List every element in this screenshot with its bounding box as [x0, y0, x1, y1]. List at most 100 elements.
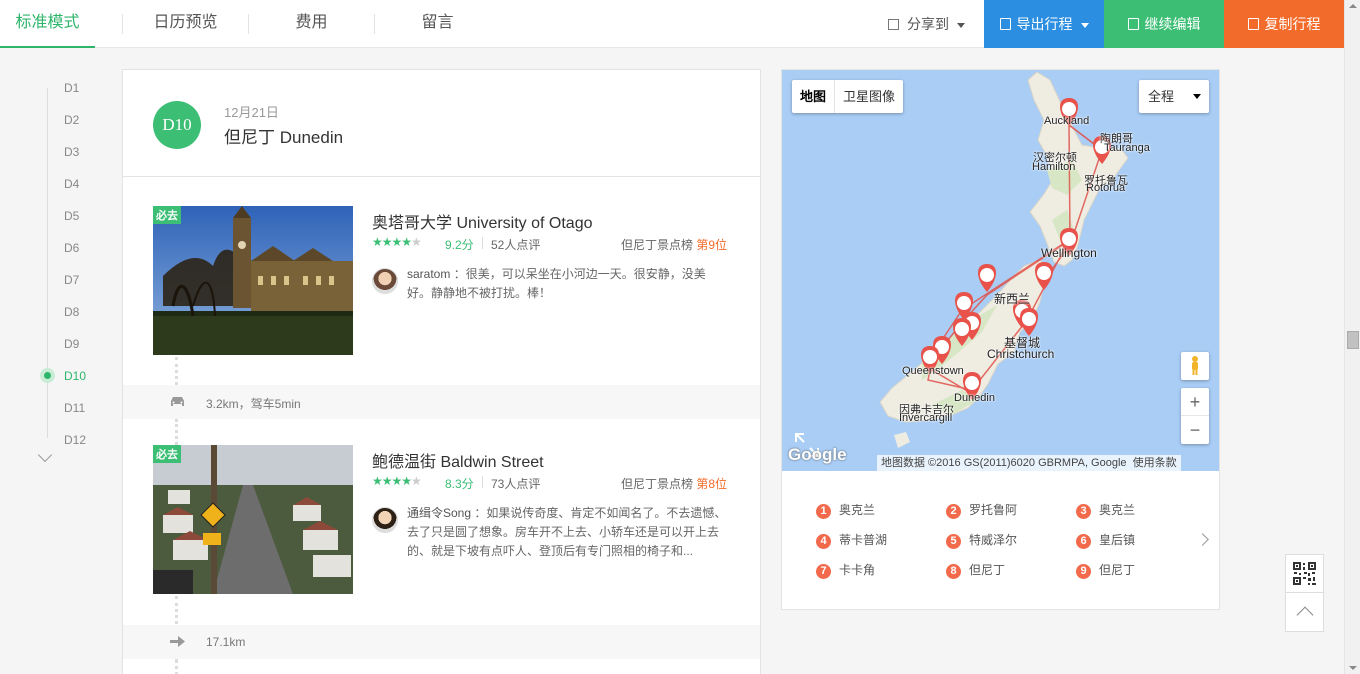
stop-name: 奥克兰: [1099, 503, 1136, 517]
map-label-invercargill: Invercargill: [899, 412, 953, 424]
university-clocktower-photo: [153, 206, 353, 355]
stop-item[interactable]: 7 卡卡角: [816, 561, 875, 579]
day-nav-d5[interactable]: D5: [64, 209, 79, 223]
avatar[interactable]: [372, 507, 398, 533]
chevron-down-icon: [1193, 94, 1201, 99]
spot-name[interactable]: 奥塔哥大学 University of Otago: [372, 209, 593, 233]
stop-item[interactable]: 9 但尼丁: [1076, 561, 1135, 579]
review-user[interactable]: saratom: [407, 267, 450, 281]
export-icon: [999, 18, 1011, 30]
day-nav-d6[interactable]: D6: [64, 241, 79, 255]
rank-prefix: 但尼丁景点榜: [620, 477, 693, 491]
page-scrollbar[interactable]: [1344, 0, 1360, 674]
stop-number: 3: [1076, 504, 1091, 519]
stop-number: 5: [946, 534, 961, 549]
day-nav-d1[interactable]: D1: [64, 81, 79, 95]
stop-item[interactable]: 2 罗托鲁阿: [946, 501, 1017, 519]
stop-item[interactable]: 8 但尼丁: [946, 561, 1005, 579]
day-date: 12月21日: [224, 105, 279, 120]
back-to-top-button[interactable]: [1285, 592, 1324, 632]
tab-messages[interactable]: 留言: [375, 0, 500, 48]
avatar[interactable]: [372, 268, 398, 294]
rating-score: 8.3分: [445, 477, 474, 491]
connector-dots: [175, 419, 178, 445]
rating-stars: ★★★★★: [372, 474, 422, 488]
route-map[interactable]: Auckland 陶朗哥 Tauranga 汉密尔顿 Hamilton 罗托鲁瓦…: [782, 70, 1219, 471]
day-nav-d8[interactable]: D8: [64, 305, 79, 319]
active-day-dot: [40, 368, 55, 383]
map-label-tauranga: Tauranga: [1104, 142, 1150, 154]
review-count[interactable]: 73人点评: [491, 475, 540, 492]
tab-standard-mode[interactable]: 标准模式: [0, 0, 95, 48]
zoom-controls: + −: [1181, 388, 1209, 444]
day-nav-d10[interactable]: D10: [64, 369, 86, 383]
day-range-value: 全程: [1148, 89, 1175, 104]
stop-number: 2: [946, 504, 961, 519]
day-nav-d11[interactable]: D11: [64, 401, 85, 415]
continue-edit-button[interactable]: 继续编辑: [1104, 0, 1224, 48]
spot-name[interactable]: 鲍德温街 Baldwin Street: [372, 448, 544, 472]
scroll-thumb[interactable]: [1347, 331, 1359, 349]
stop-item[interactable]: 4 蒂卡普湖: [816, 531, 887, 549]
review-comment: saratom ：很美，可以呆坐在小河边一天。很安静，没美好。静静地不被打扰。棒…: [407, 265, 727, 303]
stop-number: 9: [1076, 564, 1091, 579]
copy-label: 复制行程: [1264, 16, 1321, 32]
transit-text: 17.1km: [206, 635, 246, 649]
map-panel: Auckland 陶朗哥 Tauranga 汉密尔顿 Hamilton 罗托鲁瓦…: [781, 69, 1220, 610]
arrow-right-icon: [170, 636, 185, 647]
qr-code-button[interactable]: [1285, 554, 1324, 593]
stop-item[interactable]: 3 奥克兰: [1076, 501, 1135, 519]
rank-prefix: 但尼丁景点榜: [620, 238, 693, 252]
must-visit-badge: 必去: [153, 445, 181, 463]
share-icon: [888, 19, 899, 30]
day-nav-d4[interactable]: D4: [64, 177, 79, 191]
day-navigation: D1 D2 D3 D4 D5 D6 D7 D8 D9 D10 D11 D12: [37, 70, 100, 470]
review-count[interactable]: 52人点评: [491, 236, 540, 253]
zoom-out-button[interactable]: −: [1181, 416, 1209, 444]
terms-link[interactable]: 使用条款: [1133, 457, 1177, 469]
scroll-down-icon[interactable]: [1349, 666, 1357, 670]
street-view-pegman-icon[interactable]: [1181, 352, 1209, 380]
car-icon: [171, 397, 184, 406]
stop-item[interactable]: 6 皇后镇: [1076, 531, 1135, 549]
connector-dots: [175, 357, 178, 385]
day-nav-d9[interactable]: D9: [64, 337, 79, 351]
chevron-right-icon[interactable]: [1196, 533, 1209, 546]
chevron-down-icon[interactable]: [37, 447, 53, 463]
spot-card[interactable]: 必去 鲍德温街 Baldwin Street ★★★★★ 8.3分 73人点评 …: [153, 445, 733, 595]
map-type-map[interactable]: 地图: [792, 80, 836, 113]
stop-item[interactable]: 5 特威泽尔: [946, 531, 1017, 549]
day-range-select[interactable]: 全程: [1139, 80, 1209, 113]
day-nav-d7[interactable]: D7: [64, 273, 79, 287]
google-logo: Google: [788, 445, 847, 464]
stop-name: 蒂卡普湖: [839, 533, 888, 547]
review-user[interactable]: 通缉令Song: [407, 506, 471, 520]
map-type-satellite[interactable]: 卫星图像: [835, 80, 903, 113]
stop-name: 皇后镇: [1099, 533, 1136, 547]
rank-number: 第9位: [696, 238, 727, 252]
stop-name: 卡卡角: [839, 563, 876, 577]
spot-photo[interactable]: 必去: [153, 206, 353, 355]
copy-itinerary-button[interactable]: 复制行程: [1224, 0, 1344, 48]
day-nav-d2[interactable]: D2: [64, 113, 79, 127]
rank-text[interactable]: 但尼丁景点榜 第9位: [621, 236, 727, 253]
transit-row: 3.2km，驾车5min: [123, 385, 760, 419]
stop-item[interactable]: 1 奥克兰: [816, 501, 875, 519]
divider: [482, 237, 483, 249]
map-label-dunedin: Dunedin: [954, 392, 995, 404]
spot-card[interactable]: 必去 奥塔哥大学 University of Otago ★★★★★ 9.2分 …: [153, 206, 733, 356]
day-nav-d3[interactable]: D3: [64, 145, 79, 159]
day-city: 但尼丁 Dunedin: [224, 128, 344, 147]
zoom-in-button[interactable]: +: [1181, 388, 1209, 416]
scroll-up-icon[interactable]: [1349, 4, 1357, 8]
rank-text[interactable]: 但尼丁景点榜 第8位: [621, 475, 727, 492]
spot-photo[interactable]: 必去: [153, 445, 353, 594]
export-itinerary-button[interactable]: 导出行程: [984, 0, 1104, 48]
day-nav-d12[interactable]: D12: [64, 433, 86, 447]
rating-stars: ★★★★★: [372, 235, 422, 249]
tab-cost[interactable]: 费用: [249, 0, 374, 48]
share-dropdown[interactable]: 分享到: [888, 0, 965, 48]
map-label-christchurch: Christchurch: [987, 347, 1055, 361]
stop-name: 特威泽尔: [969, 533, 1018, 547]
tab-calendar-preview[interactable]: 日历预览: [123, 0, 248, 48]
